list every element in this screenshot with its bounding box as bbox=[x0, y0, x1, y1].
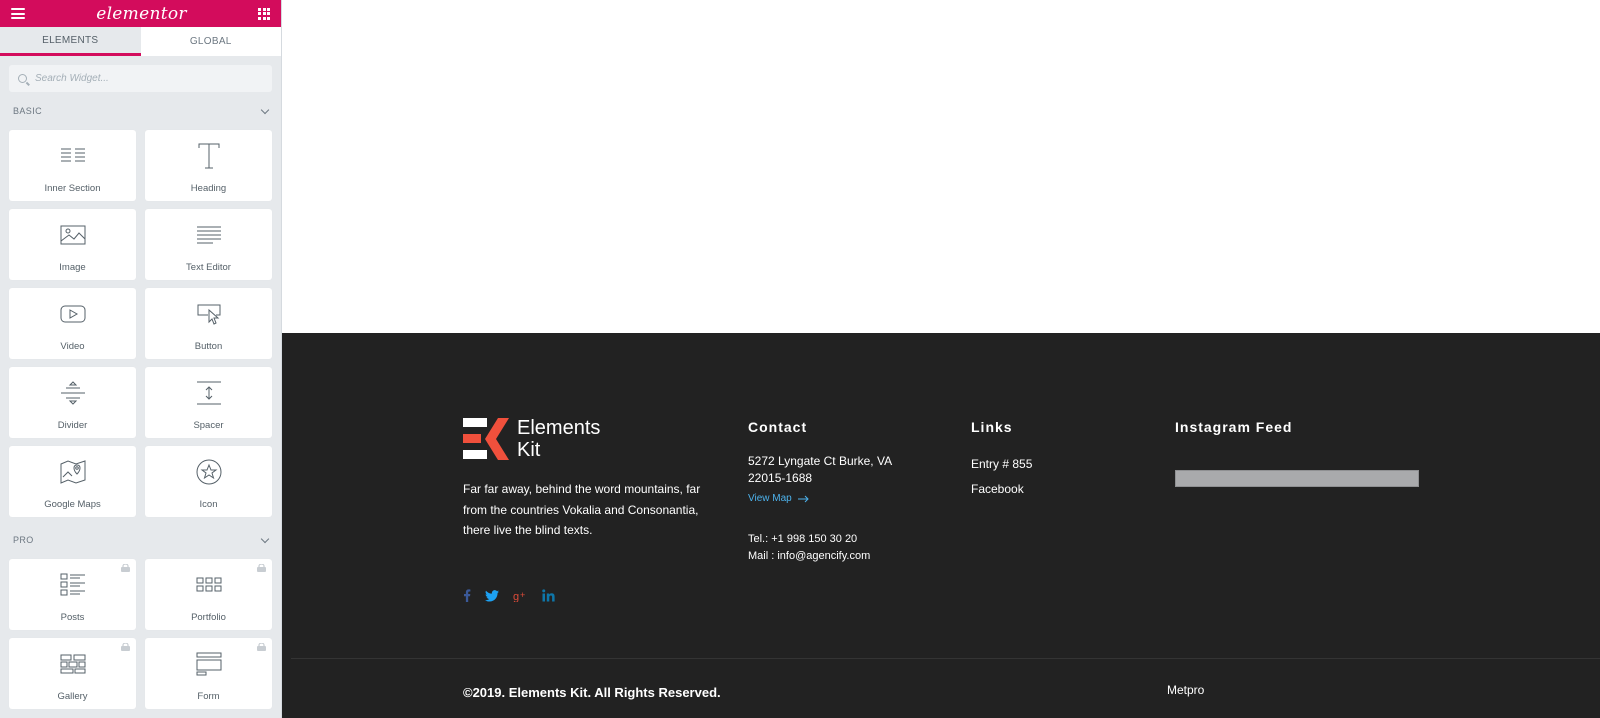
hamburger-menu-icon[interactable] bbox=[11, 8, 25, 19]
widget-text-editor[interactable]: Text Editor bbox=[145, 209, 272, 280]
image-icon bbox=[58, 220, 88, 250]
widget-label: Video bbox=[60, 341, 85, 352]
form-icon bbox=[194, 649, 224, 679]
brand-line-2: Kit bbox=[517, 439, 541, 461]
lock-icon bbox=[257, 643, 266, 651]
text-editor-icon bbox=[194, 220, 224, 250]
widget-label: Button bbox=[194, 341, 223, 352]
basic-widget-grid: Inner Section Heading Image Text Editor bbox=[0, 130, 281, 517]
widget-label: Form bbox=[197, 691, 220, 702]
brand-line-1: Elements bbox=[517, 417, 601, 439]
spacer-icon bbox=[194, 378, 224, 408]
social-links: g + bbox=[463, 589, 555, 602]
twitter-icon[interactable] bbox=[485, 589, 499, 602]
star-icon bbox=[194, 457, 224, 487]
panel-header: elementor bbox=[0, 0, 281, 27]
posts-icon bbox=[58, 570, 88, 600]
widgets-grid-icon[interactable] bbox=[258, 7, 270, 20]
view-map-link[interactable]: View Map bbox=[748, 493, 809, 504]
widget-video[interactable]: Video bbox=[9, 288, 136, 359]
widget-label: Text Editor bbox=[186, 262, 231, 273]
search-icon bbox=[18, 74, 27, 83]
elementskit-logo-mark bbox=[463, 418, 509, 460]
widget-label: Posts bbox=[60, 612, 85, 623]
contact-mail[interactable]: Mail : info@agencify.com bbox=[748, 550, 870, 562]
category-pro-header[interactable]: PRO bbox=[0, 521, 281, 559]
google-plus-icon[interactable]: g + bbox=[513, 590, 528, 602]
widget-label: Gallery bbox=[57, 691, 88, 702]
widget-inner-section[interactable]: Inner Section bbox=[9, 130, 136, 201]
portfolio-icon bbox=[194, 570, 224, 600]
widget-heading[interactable]: Heading bbox=[145, 130, 272, 201]
widget-label: Image bbox=[59, 262, 86, 273]
divider-icon bbox=[58, 378, 88, 408]
instagram-feed-placeholder bbox=[1175, 470, 1419, 487]
category-basic-title: BASIC bbox=[13, 106, 43, 116]
widget-label: Google Maps bbox=[44, 499, 101, 510]
chevron-down-icon bbox=[260, 534, 270, 543]
contact-address: 5272 Lyngate Ct Burke, VA 22015-1688 bbox=[748, 454, 892, 485]
widget-label: Heading bbox=[190, 183, 227, 194]
widget-portfolio[interactable]: Portfolio bbox=[145, 559, 272, 630]
svg-text:+: + bbox=[520, 590, 525, 600]
widget-label: Icon bbox=[199, 499, 218, 510]
category-pro-title: PRO bbox=[13, 535, 34, 545]
video-icon bbox=[58, 299, 88, 329]
copyright-text: ©2019. Elements Kit. All Rights Reserved… bbox=[463, 685, 721, 700]
widget-form[interactable]: Form bbox=[145, 638, 272, 709]
widget-label: Portfolio bbox=[191, 612, 226, 623]
footer-about-text: Far far away, behind the word mountains,… bbox=[463, 482, 701, 537]
widget-posts[interactable]: Posts bbox=[9, 559, 136, 630]
widget-spacer[interactable]: Spacer bbox=[145, 367, 272, 438]
heading-icon bbox=[194, 141, 224, 171]
lock-icon bbox=[257, 564, 266, 572]
google-maps-icon bbox=[58, 457, 88, 487]
view-map-label: View Map bbox=[748, 493, 792, 504]
widget-label: Inner Section bbox=[44, 183, 101, 194]
widget-image[interactable]: Image bbox=[9, 209, 136, 280]
widget-label: Divider bbox=[57, 420, 88, 431]
footer-link-metpro[interactable]: Metpro bbox=[1167, 683, 1204, 697]
editor-canvas: Elements Kit Far far away, behind the wo… bbox=[282, 0, 1600, 718]
chevron-down-icon bbox=[260, 105, 270, 114]
footer-divider bbox=[291, 658, 1600, 659]
tab-elements[interactable]: ELEMENTS bbox=[0, 27, 141, 56]
elementskit-logo: Elements Kit bbox=[463, 417, 600, 461]
widget-icon[interactable]: Icon bbox=[145, 446, 272, 517]
lock-icon bbox=[121, 564, 130, 572]
widget-divider[interactable]: Divider bbox=[9, 367, 136, 438]
tab-global[interactable]: GLOBAL bbox=[141, 27, 282, 56]
button-icon bbox=[194, 299, 224, 329]
search-widget-box bbox=[9, 65, 272, 92]
gallery-icon bbox=[58, 649, 88, 679]
links-title: Links bbox=[971, 419, 1013, 435]
instagram-feed-title: Instagram Feed bbox=[1175, 419, 1293, 435]
widget-gallery[interactable]: Gallery bbox=[9, 638, 136, 709]
search-widget-input[interactable] bbox=[35, 73, 255, 84]
widget-google-maps[interactable]: Google Maps bbox=[9, 446, 136, 517]
category-basic-header[interactable]: BASIC bbox=[0, 92, 281, 130]
contact-phone: Tel.: +1 998 150 30 20 bbox=[748, 533, 858, 545]
elementor-panel: elementor ELEMENTS GLOBAL BASIC Inner Se… bbox=[0, 0, 282, 718]
site-footer: Elements Kit Far far away, behind the wo… bbox=[282, 333, 1600, 718]
svg-text:g: g bbox=[513, 591, 519, 602]
link-entry-855[interactable]: Entry # 855 bbox=[971, 457, 1032, 471]
lock-icon bbox=[121, 643, 130, 651]
widget-label: Spacer bbox=[193, 420, 224, 431]
elementor-logo: elementor bbox=[96, 3, 187, 24]
arrow-right-icon bbox=[797, 495, 809, 502]
contact-title: Contact bbox=[748, 419, 808, 435]
widget-button[interactable]: Button bbox=[145, 288, 272, 359]
inner-section-icon bbox=[58, 141, 88, 171]
link-facebook[interactable]: Facebook bbox=[971, 482, 1024, 496]
brand-text: Elements Kit bbox=[517, 417, 600, 461]
elementor-editor: elementor ELEMENTS GLOBAL BASIC Inner Se… bbox=[0, 0, 1600, 718]
facebook-icon[interactable] bbox=[463, 589, 471, 602]
panel-tabs: ELEMENTS GLOBAL bbox=[0, 27, 281, 56]
pro-widget-grid: Posts Portfolio Gallery Form bbox=[0, 559, 281, 709]
linkedin-icon[interactable] bbox=[542, 589, 555, 602]
